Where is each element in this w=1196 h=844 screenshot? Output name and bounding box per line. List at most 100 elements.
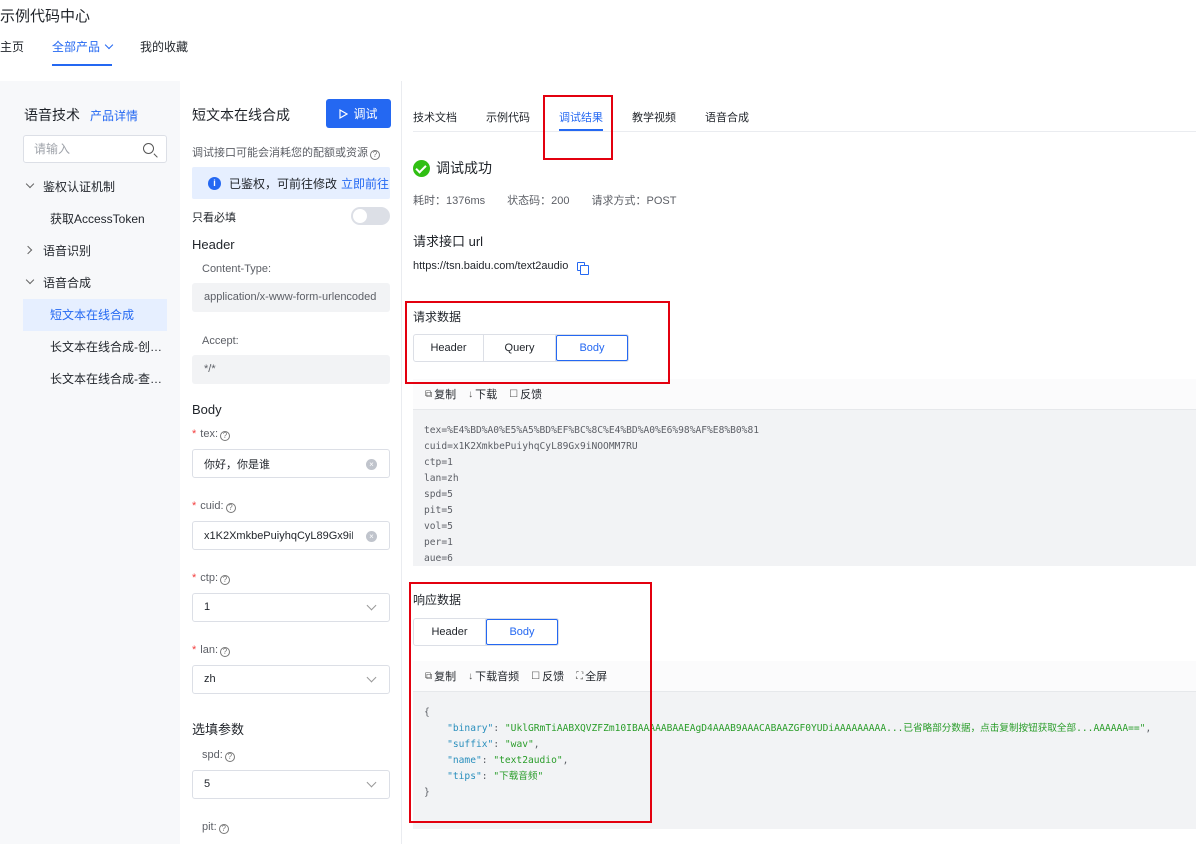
chevron-down-icon [366,672,377,683]
accept-field: */* [192,355,390,384]
spd-select-value: 5 [204,778,211,790]
json-value: "text2audio" [493,755,563,766]
download-button[interactable]: ↓ 下载 [468,386,497,402]
auth-alert-text: 已鉴权，可前往修改 [229,176,338,191]
content-type-label: Content-Type: [202,263,272,275]
response-tab-header[interactable]: Header [414,619,486,645]
copy-icon: ⧉ [425,670,433,682]
help-icon[interactable]: ? [220,575,231,585]
nav-all-products[interactable]: 全部产品 [52,38,114,66]
help-icon[interactable]: ? [218,824,229,834]
copy-icon[interactable] [577,261,590,275]
response-data-tabs: Header Body [413,618,559,646]
help-icon[interactable]: ? [224,752,235,762]
clear-icon[interactable]: × [366,531,377,542]
search-icon[interactable] [143,143,154,154]
sidebar-item-speech-synthesis[interactable]: 语音合成 [23,267,167,299]
sidebar-item-long-text-create[interactable]: 长文本在线合成-创建... [23,331,167,363]
elapsed-time: 耗时：1376ms [413,195,486,207]
lan-select[interactable]: zh [192,665,390,694]
ctp-label: * ctp:? [192,572,231,585]
sidebar-item-speech-recognition[interactable]: 语音识别 [23,235,167,267]
fullscreen-button[interactable]: ⛶ 全屏 [576,668,607,684]
request-data-heading: 请求数据 [413,310,462,324]
help-icon[interactable]: ? [370,150,380,160]
download-audio-button[interactable]: ↓ 下载音频 [468,668,519,684]
chevron-right-icon [23,245,33,255]
copy-button[interactable]: ⧉ 复制 [425,668,456,684]
response-code: { "binary": "UklGRmTiAABXQVZFZm10IBAAAAA… [413,692,1196,801]
sidebar-item-access-token[interactable]: 获取AccessToken [23,203,167,235]
spd-select[interactable]: 5 [192,770,390,799]
lan-select-value: zh [204,673,216,685]
code-line: "name": "text2audio", [447,755,569,766]
feedback-label: 反馈 [520,389,543,401]
lan-label-text: lan: [200,644,219,656]
sidebar-item-long-text-query[interactable]: 长文本在线合成-查询... [23,363,167,395]
code-line: vol=5 [424,521,453,532]
go-now-link[interactable]: 立即前往 [341,175,389,192]
feedback-button[interactable]: ☐ 反馈 [509,386,542,402]
tab-tutorial-video[interactable]: 教学视频 [632,81,676,131]
fullscreen-label: 全屏 [585,671,608,683]
required-only-toggle[interactable] [351,207,390,225]
ctp-select[interactable]: 1 [192,593,390,622]
info-icon: i [208,176,221,190]
help-icon[interactable]: ? [220,431,231,441]
tex-input[interactable] [193,450,353,477]
cuid-input[interactable] [193,522,353,549]
copy-label: 复制 [434,671,457,683]
tabs-divider [413,131,1196,132]
sidebar-item-auth[interactable]: 鉴权认证机制 [23,171,167,203]
code-line: cuid=x1K2XmkbePuiyhqCyL89Gx9iNOOMM7RU [424,441,638,452]
clear-icon[interactable]: × [366,459,377,470]
request-tab-header[interactable]: Header [414,335,484,361]
product-details-link[interactable]: 产品详情 [90,107,138,124]
search-input[interactable] [24,136,134,162]
response-tab-body[interactable]: Body [486,619,558,645]
response-data-heading: 响应数据 [413,593,462,607]
spd-label-text: spd: [202,749,223,761]
feedback-button[interactable]: ☐ 反馈 [531,668,564,684]
sidebar-item-label: 语音合成 [43,276,92,290]
code-line: "suffix": "wav", [447,739,540,750]
tab-debug-result[interactable]: 调试结果 [559,81,603,131]
tab-tech-docs[interactable]: 技术文档 [413,81,457,131]
sidebar-item-short-text-tts[interactable]: 短文本在线合成 [23,299,167,331]
feedback-icon: ☐ [509,388,519,400]
nav-favorites[interactable]: 我的收藏 [140,38,188,66]
chevron-down-icon [104,40,114,50]
request-code-box: ⧉ 复制 ↓ 下载 ☐ 反馈 tex=%E4%BD%A0%E5%A5%BD%EF%BC… [413,379,1196,566]
help-icon[interactable]: ? [220,647,231,657]
request-tab-body[interactable]: Body [556,335,628,361]
download-icon: ↓ [468,670,474,682]
cuid-input-wrap: × [192,521,390,550]
cuid-label: * cuid:? [192,500,236,513]
request-tab-query[interactable]: Query [484,335,556,361]
copy-button[interactable]: ⧉ 复制 [425,386,456,402]
feedback-icon: ☐ [531,670,541,682]
spd-label: spd:? [202,749,235,762]
response-meta: 耗时：1376ms 状态码：200 请求方式：POST [413,192,698,208]
auth-alert: i 已鉴权，可前往修改 立即前往 [192,167,390,199]
sidebar-tree: 鉴权认证机制 获取AccessToken 语音识别 语音合成 短文本在线合成 长… [23,171,167,395]
help-icon[interactable]: ? [225,503,236,513]
request-url-text: https://tsn.baidu.com/text2audio [413,260,569,272]
play-icon [339,108,349,119]
quota-note-text: 调试接口可能会消耗您的配额或资源 [192,147,368,159]
tab-speech-synthesis[interactable]: 语音合成 [705,81,749,131]
form-title: 短文本在线合成 [192,107,290,123]
nav-home[interactable]: 主页 [0,38,24,66]
code-line: aue=6 [424,553,453,564]
code-line: { [424,707,430,718]
json-value: "UklGRmTiAABXQVZFZm10IBAAAAABAAEAgD4AAAB… [504,723,1146,734]
download-icon: ↓ [468,388,474,400]
request-data-tabs: Header Query Body [413,334,629,362]
status-code: 状态码：200 [507,195,570,207]
tab-sample-code[interactable]: 示例代码 [486,81,530,131]
request-method: 请求方式：POST [591,195,677,207]
top-nav: 主页 全部产品 我的收藏 [0,38,216,66]
debug-button[interactable]: 调试 [326,99,391,128]
code-line: "tips": "下载音频" [447,771,544,782]
code-line: "binary": "UklGRmTiAABXQVZFZm10IBAAAAABA… [447,723,1152,734]
